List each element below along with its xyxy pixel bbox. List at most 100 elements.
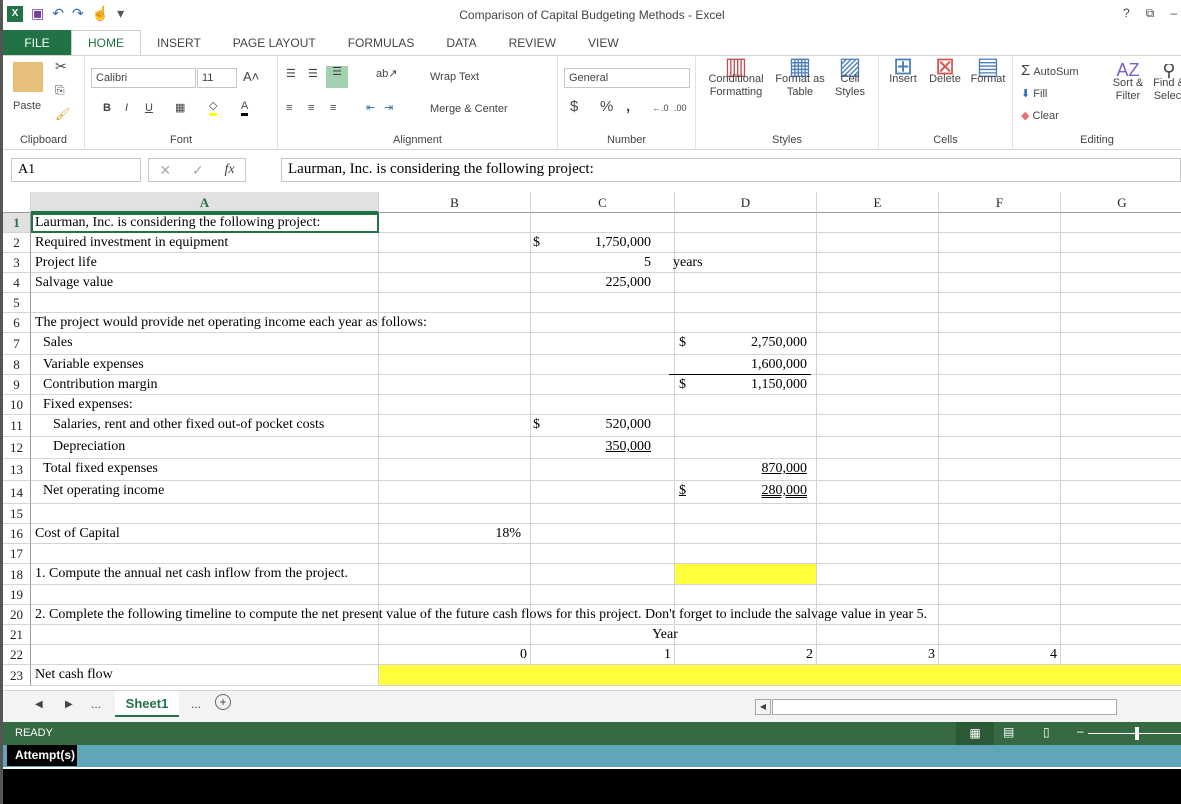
- cell-G22[interactable]: [1061, 645, 1181, 665]
- tab-review[interactable]: REVIEW: [493, 30, 572, 55]
- cell-F9[interactable]: [939, 375, 1061, 395]
- cell-G6[interactable]: [1061, 313, 1181, 333]
- row-header-19[interactable]: 19: [3, 585, 31, 605]
- cell-B5[interactable]: [379, 293, 531, 313]
- sort-filter-button[interactable]: AZ Sort & Filter: [1109, 61, 1147, 103]
- insert-function-icon[interactable]: fx: [224, 162, 234, 178]
- cell-F3[interactable]: [939, 253, 1061, 273]
- minimize-icon[interactable]: –: [1170, 6, 1177, 21]
- cell-F17[interactable]: [939, 544, 1061, 564]
- comma-button[interactable]: ,: [626, 99, 630, 114]
- cell-F11[interactable]: [939, 415, 1061, 437]
- row-header-21[interactable]: 21: [3, 625, 31, 645]
- row-header-11[interactable]: 11: [3, 415, 31, 437]
- cell-D5[interactable]: [675, 293, 817, 313]
- align-right-icon[interactable]: ≡: [330, 102, 336, 115]
- page-break-view-icon[interactable]: ▯: [1043, 725, 1050, 739]
- tab-data[interactable]: DATA: [430, 30, 492, 55]
- cell-D11[interactable]: [675, 415, 817, 437]
- cell-G9[interactable]: [1061, 375, 1181, 395]
- cell-G10[interactable]: [1061, 395, 1181, 415]
- currency-button[interactable]: $: [570, 99, 578, 114]
- font-color-icon[interactable]: A: [241, 100, 249, 116]
- column-header-a[interactable]: A: [31, 192, 379, 213]
- cell-E5[interactable]: [817, 293, 939, 313]
- cell-F18[interactable]: [939, 564, 1061, 585]
- cell-E2[interactable]: [817, 233, 939, 253]
- column-header-d[interactable]: D: [675, 192, 817, 213]
- align-center-icon[interactable]: ≡: [308, 102, 314, 115]
- cell-E17[interactable]: [817, 544, 939, 564]
- italic-button[interactable]: I: [125, 102, 128, 115]
- tab-home[interactable]: HOME: [71, 30, 141, 55]
- cell-G16[interactable]: [1061, 524, 1181, 544]
- cell-A22[interactable]: [31, 645, 379, 665]
- tab-view[interactable]: VIEW: [572, 30, 635, 55]
- cell-D10[interactable]: [675, 395, 817, 415]
- decrease-indent-icon[interactable]: ⇤: [366, 102, 375, 115]
- help-icon[interactable]: ?: [1123, 6, 1130, 21]
- borders-icon[interactable]: ▦: [175, 102, 185, 115]
- column-header-g[interactable]: G: [1061, 192, 1181, 213]
- paste-icon[interactable]: [13, 62, 43, 92]
- cell-G2[interactable]: [1061, 233, 1181, 253]
- cell-G18[interactable]: [1061, 564, 1181, 585]
- cell-E13[interactable]: [817, 459, 939, 481]
- cell-G12[interactable]: [1061, 437, 1181, 459]
- number-format-select[interactable]: General: [564, 68, 690, 88]
- more-sheets-left[interactable]: ...: [91, 697, 101, 711]
- cell-F14[interactable]: [939, 481, 1061, 504]
- row-header-14[interactable]: 14: [3, 481, 31, 504]
- column-header-c[interactable]: C: [531, 192, 675, 213]
- cell-E11[interactable]: [817, 415, 939, 437]
- cell-E9[interactable]: [817, 375, 939, 395]
- row-header-8[interactable]: 8: [3, 355, 31, 375]
- normal-view-icon[interactable]: ▦: [956, 722, 994, 745]
- sheet-tab-sheet1[interactable]: Sheet1: [115, 691, 179, 717]
- cell-F12[interactable]: [939, 437, 1061, 459]
- increase-indent-icon[interactable]: ⇥: [384, 102, 393, 115]
- row-header-4[interactable]: 4: [3, 273, 31, 293]
- merge-center-button[interactable]: Merge & Center: [430, 103, 508, 116]
- grow-font-icon[interactable]: A˄: [243, 70, 259, 83]
- row-header-15[interactable]: 15: [3, 504, 31, 524]
- cell-C15[interactable]: [531, 504, 675, 524]
- cell-G7[interactable]: [1061, 333, 1181, 355]
- cell-F2[interactable]: [939, 233, 1061, 253]
- row-header-18[interactable]: 18: [3, 564, 31, 585]
- cell-C16[interactable]: [531, 524, 675, 544]
- cell-F10[interactable]: [939, 395, 1061, 415]
- cell-C19[interactable]: [531, 585, 675, 605]
- row-header-20[interactable]: 20: [3, 605, 31, 625]
- cell-D12[interactable]: [675, 437, 817, 459]
- cell-F19[interactable]: [939, 585, 1061, 605]
- cell-D15[interactable]: [675, 504, 817, 524]
- cell-B12[interactable]: [379, 437, 531, 459]
- row-header-9[interactable]: 9: [3, 375, 31, 395]
- cell-D17[interactable]: [675, 544, 817, 564]
- fill-button[interactable]: ⬇ Fill: [1021, 88, 1047, 101]
- cell-G13[interactable]: [1061, 459, 1181, 481]
- delete-cells-button[interactable]: ⊠ Delete: [925, 55, 965, 86]
- cell-D1[interactable]: [675, 213, 817, 233]
- align-middle-icon[interactable]: ☰: [308, 68, 318, 81]
- font-name-select[interactable]: Calibri: [91, 68, 196, 88]
- column-header-e[interactable]: E: [817, 192, 939, 213]
- cell-B7[interactable]: [379, 333, 531, 355]
- cell-A21[interactable]: [31, 625, 379, 645]
- format-cells-button[interactable]: ▤ Format: [967, 55, 1009, 86]
- cell-G15[interactable]: [1061, 504, 1181, 524]
- formula-input[interactable]: Laurman, Inc. is considering the followi…: [281, 158, 1181, 182]
- zoom-slider-thumb[interactable]: [1135, 727, 1139, 740]
- cell-G17[interactable]: [1061, 544, 1181, 564]
- cell-B3[interactable]: [379, 253, 531, 273]
- cell-A5[interactable]: [31, 293, 379, 313]
- page-layout-view-icon[interactable]: ▤: [1003, 725, 1014, 739]
- cell-B8[interactable]: [379, 355, 531, 375]
- input-cell-yellow[interactable]: [675, 564, 817, 585]
- tab-formulas[interactable]: FORMULAS: [332, 30, 431, 55]
- cell-C13[interactable]: [531, 459, 675, 481]
- cell-F7[interactable]: [939, 333, 1061, 355]
- name-box[interactable]: A1: [11, 158, 141, 182]
- cell-E1[interactable]: [817, 213, 939, 233]
